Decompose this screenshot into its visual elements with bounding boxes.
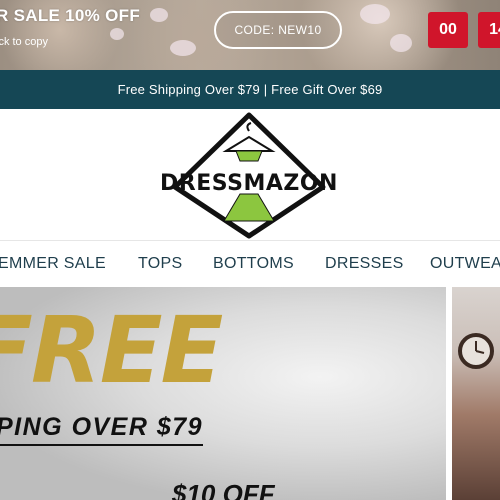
promo-banner: R SALE 10% OFF ick to copy CODE: NEW10 0… (0, 0, 500, 70)
countdown-hours: 00 (428, 12, 468, 48)
flower-decoration (170, 40, 196, 56)
nav-item-tops[interactable]: TOPS (138, 255, 182, 273)
promo-code-button[interactable]: CODE: NEW10 (214, 11, 342, 49)
main-navigation: EMMER SALE TOPS BOTTOMS DRESSES OUTWEA (0, 240, 500, 288)
nav-item-dresses[interactable]: DRESSES (325, 255, 404, 273)
flower-decoration (150, 8, 168, 22)
shipping-announcement: Free Shipping Over $79 | Free Gift Over … (0, 70, 500, 109)
hero-discount-text: $10 OFF (172, 479, 275, 500)
nav-item-summer-sale[interactable]: EMMER SALE (0, 255, 106, 273)
logo-wordmark[interactable]: DRESSMAZON (158, 171, 340, 196)
countdown-minutes: 14 (478, 12, 500, 48)
flower-decoration (110, 28, 124, 40)
nav-item-bottoms[interactable]: BOTTOMS (213, 255, 294, 273)
promo-copy-hint[interactable]: ick to copy (0, 36, 48, 48)
hero-headline: FREE (0, 297, 223, 404)
hero-model-image[interactable] (452, 287, 500, 500)
watch-icon (458, 333, 494, 369)
flower-decoration (360, 4, 390, 24)
promo-title: R SALE 10% OFF (0, 6, 141, 25)
flower-decoration (390, 34, 412, 52)
nav-item-outwear[interactable]: OUTWEA (430, 255, 500, 273)
header-logo-area: DRESSMAZON (0, 109, 500, 240)
hero-banner[interactable]: FREE PING OVER $79 $10 OFF (0, 287, 500, 500)
hero-shipping-text: PING OVER $79 (0, 413, 204, 446)
